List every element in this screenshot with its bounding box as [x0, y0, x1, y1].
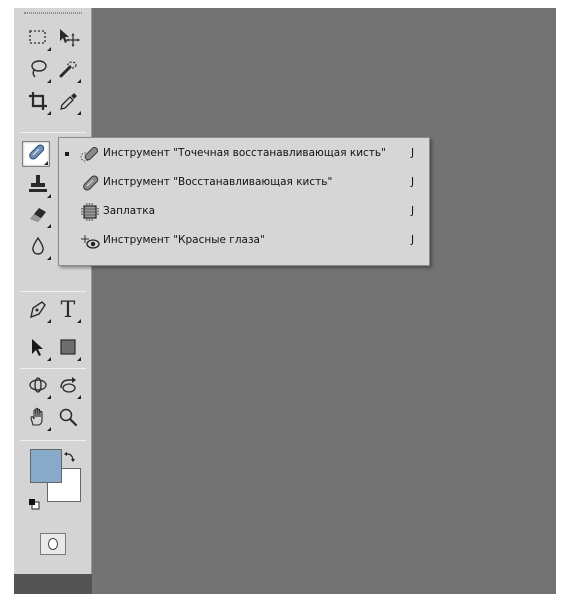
tool-group-indicator [47, 79, 51, 83]
tool-group-indicator [47, 194, 51, 198]
path-selection-arrow-icon [27, 336, 49, 362]
clone-stamp-icon [27, 173, 49, 199]
tool-group-indicator [77, 319, 81, 323]
type-icon: T [60, 298, 76, 323]
toolbar-divider [20, 440, 86, 441]
tool-group-indicator [47, 111, 51, 115]
quick-mask-button[interactable] [40, 533, 66, 555]
blur-drop-icon [27, 235, 49, 261]
3d-rotate-icon [27, 374, 49, 400]
patch-icon [79, 201, 101, 223]
tool-path-selection[interactable] [24, 336, 52, 362]
tools-panel: T [14, 8, 92, 594]
flyout-item-spot-healing-brush[interactable]: Инструмент "Точечная восстанавливающая к… [59, 140, 429, 168]
zoom-icon [57, 406, 79, 432]
tool-type[interactable]: T [54, 298, 82, 324]
quick-mask-icon [48, 538, 58, 550]
tool-spot-healing-brush[interactable] [22, 141, 50, 167]
tool-clone-stamp[interactable] [24, 173, 52, 199]
rectangle-shape-icon [57, 336, 79, 362]
tool-group-indicator [47, 427, 51, 431]
tool-quick-selection[interactable] [54, 58, 82, 84]
marquee-icon [27, 26, 49, 52]
eraser-icon [27, 203, 49, 229]
tool-pen[interactable] [24, 298, 52, 324]
toolbar-divider [20, 368, 86, 369]
tool-group-indicator [47, 319, 51, 323]
flyout-item-red-eye[interactable]: Инструмент "Красные глаза" J [59, 227, 429, 255]
tool-crop[interactable] [24, 90, 52, 116]
flyout-item-shortcut: J [411, 205, 415, 217]
spot-healing-brush-icon [79, 143, 101, 165]
tool-group-indicator [47, 47, 51, 51]
tool-lasso[interactable] [24, 58, 52, 84]
healing-tools-flyout-menu: Инструмент "Точечная восстанавливающая к… [58, 137, 430, 266]
crop-icon [27, 90, 49, 116]
flyout-item-label: Инструмент "Восстанавливающая кисть" [103, 176, 333, 188]
flyout-item-shortcut: J [411, 234, 415, 246]
eyedropper-icon [57, 90, 79, 116]
flyout-item-label: Заплатка [103, 205, 156, 217]
tool-group-indicator [77, 395, 81, 399]
tool-rectangular-marquee[interactable] [24, 26, 52, 52]
document-canvas-area[interactable] [92, 8, 556, 594]
flyout-item-shortcut: J [411, 147, 415, 159]
lasso-icon [27, 58, 49, 84]
tool-group-indicator [47, 357, 51, 361]
tool-group-indicator [47, 224, 51, 228]
tool-move[interactable] [54, 26, 82, 52]
swap-colors-icon[interactable] [64, 448, 76, 462]
toolbar-footer [14, 574, 92, 594]
selected-indicator-icon [65, 152, 69, 156]
quick-selection-icon [57, 58, 79, 84]
tool-hand[interactable] [24, 406, 52, 432]
tool-rectangle-shape[interactable] [54, 336, 82, 362]
hand-icon [27, 406, 49, 432]
tool-group-indicator [77, 79, 81, 83]
tool-group-indicator [77, 357, 81, 361]
window-frame-left [0, 0, 14, 594]
healing-brush-icon [79, 172, 101, 194]
pen-icon [27, 298, 49, 324]
toolbar-divider [20, 291, 86, 292]
3d-orbit-icon [57, 374, 79, 400]
red-eye-icon [79, 230, 101, 252]
tool-eyedropper[interactable] [54, 90, 82, 116]
tool-3d-orbit[interactable] [54, 374, 82, 400]
window-frame-top [0, 0, 566, 8]
tool-group-indicator [47, 256, 51, 260]
flyout-item-patch[interactable]: Заплатка J [59, 198, 429, 226]
tool-group-indicator [47, 395, 51, 399]
flyout-item-shortcut: J [411, 176, 415, 188]
tool-group-indicator [44, 161, 48, 165]
tool-blur[interactable] [24, 235, 52, 261]
toolbar-grip[interactable] [24, 12, 82, 14]
default-colors-icon[interactable] [28, 495, 40, 510]
tool-3d-rotate[interactable] [24, 374, 52, 400]
move-icon [57, 26, 80, 52]
flyout-item-healing-brush[interactable]: Инструмент "Восстанавливающая кисть" J [59, 169, 429, 197]
tool-group-indicator [77, 111, 81, 115]
tool-eraser[interactable] [24, 203, 52, 229]
foreground-color-swatch[interactable] [30, 449, 62, 483]
flyout-item-label: Инструмент "Точечная восстанавливающая к… [103, 147, 386, 159]
flyout-item-label: Инструмент "Красные глаза" [103, 234, 265, 246]
tool-zoom[interactable] [54, 406, 82, 432]
toolbar-divider [20, 132, 86, 133]
